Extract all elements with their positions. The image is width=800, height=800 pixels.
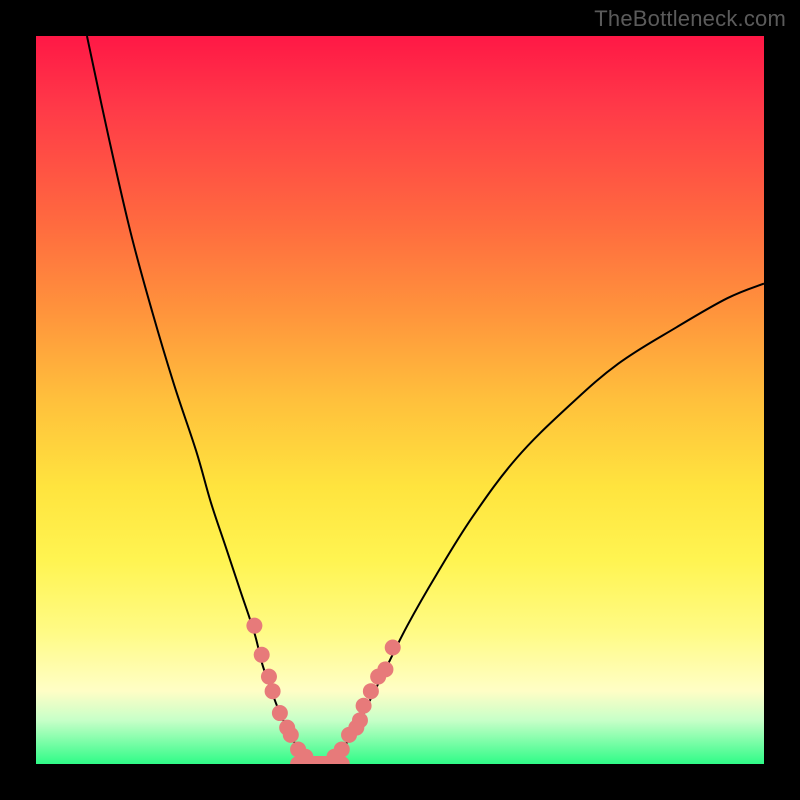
data-marker [356, 698, 372, 714]
chart-svg [36, 36, 764, 764]
data-marker [254, 647, 270, 663]
data-marker [283, 727, 299, 743]
data-marker [265, 683, 281, 699]
data-marker [261, 669, 277, 685]
data-marker [246, 618, 262, 634]
data-marker [334, 741, 350, 757]
data-marker [352, 712, 368, 728]
data-marker [363, 683, 379, 699]
data-marker [272, 705, 288, 721]
right-curve [327, 284, 764, 764]
plot-area [36, 36, 764, 764]
chart-frame: TheBottleneck.com [0, 0, 800, 800]
left-curve [87, 36, 313, 764]
data-marker [385, 640, 401, 656]
data-markers [246, 618, 400, 764]
data-marker [377, 661, 393, 677]
data-marker [297, 749, 313, 764]
watermark-text: TheBottleneck.com [594, 6, 786, 32]
